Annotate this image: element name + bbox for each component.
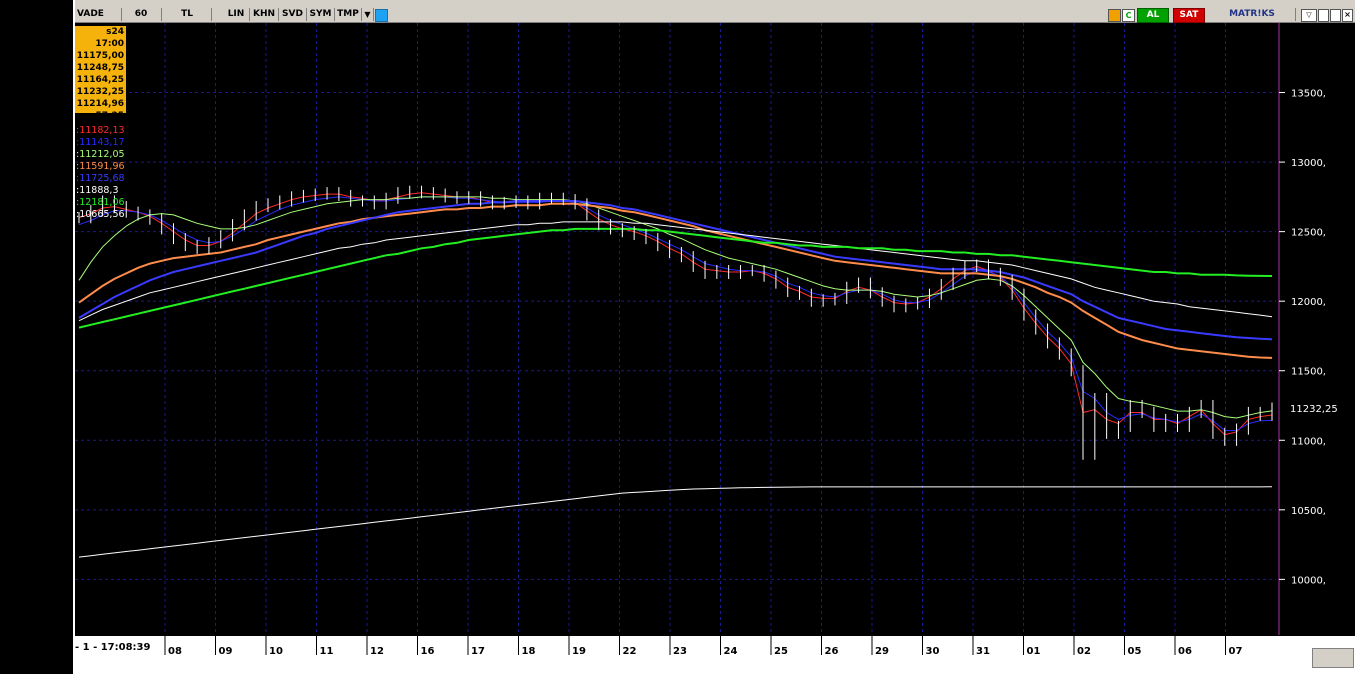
info-line-close: 11232,25 — [76, 87, 124, 97]
x-tick-label: 26 — [825, 646, 839, 657]
x-tick-label: 09 — [219, 646, 233, 657]
x-tick-label: 07 — [1229, 646, 1243, 657]
ma-label: :11725,68 — [76, 173, 125, 184]
refresh-icon[interactable]: C — [1122, 9, 1135, 22]
x-tick-label: 18 — [522, 646, 536, 657]
x-tick-label: 29 — [875, 646, 889, 657]
chevron-down-icon[interactable]: ▽ — [1301, 9, 1317, 22]
x-tick-label: 05 — [1128, 646, 1142, 657]
chart-toolbar: VADE 60 TL LIN KHN SVD SYM TMP ▼ C AL SA… — [75, 8, 1355, 23]
brand-logo: MATR!KS — [1209, 8, 1296, 21]
y-tick-label: 11000, — [1291, 436, 1326, 447]
x-tick-label: 02 — [1077, 646, 1091, 657]
twitter-icon[interactable] — [375, 9, 388, 22]
x-tick-label: 25 — [774, 646, 788, 657]
ohlc-info-box: s24 17:00 11175,00 11248,75 11164,25 112… — [75, 26, 126, 121]
x-axis: 08 09 10 11 12 16 17 18 19 22 23 24 25 26 29 30 31 01 02 05… — [75, 635, 1355, 657]
left-panel — [0, 0, 73, 674]
y-tick-label: 13000, — [1291, 158, 1326, 169]
ma-label: :11212,05 — [76, 149, 125, 160]
x-tick-label: 31 — [976, 646, 990, 657]
x-tick-label: 12 — [370, 646, 384, 657]
y-tick-label: 12000, — [1291, 297, 1326, 308]
ma-label: :11182,13 — [76, 125, 125, 136]
tb-svd-button[interactable]: SVD — [279, 8, 307, 21]
y-tick-label: 11500, — [1291, 367, 1326, 378]
y-tick-label: 12500, — [1291, 228, 1326, 239]
x-axis-line — [75, 635, 1355, 636]
x-tick-label: 17 — [471, 646, 485, 657]
y-tick-label: 13500, — [1291, 89, 1326, 100]
info-line-avg: 11214,96 — [76, 99, 124, 109]
x-tick-label: 10 — [269, 646, 283, 657]
restore-icon[interactable] — [1330, 9, 1341, 22]
x-tick-label: 01 — [1027, 646, 1041, 657]
chart-area[interactable]: 13500, 13000, 12500, 12000, 11500, 11000, 1050… — [75, 23, 1355, 635]
close-icon[interactable]: × — [1342, 9, 1353, 22]
ma-label: :12181,06 — [76, 197, 125, 208]
y-tick-label: 10000, — [1291, 575, 1326, 586]
x-tick-label: 08 — [168, 646, 182, 657]
tb-sym-button[interactable]: SYM — [307, 8, 335, 21]
ma-line-0 — [78, 192, 1273, 436]
x-tick-label: 16 — [421, 646, 435, 657]
tb-lin-button[interactable]: LIN — [223, 8, 250, 21]
info-line-low: 11164,25 — [76, 75, 124, 85]
ma-label: :10665,56 — [76, 209, 125, 220]
last-price-label: 11232,25 — [1290, 404, 1338, 415]
y-tick-label: 10500, — [1291, 506, 1326, 517]
x-axis-bar: 08 09 10 11 12 16 17 18 19 22 23 24 25 26 29 30 31 01 02 05… — [75, 635, 1355, 667]
ma-label: :11591,96 — [76, 161, 125, 172]
x-tick-label: 19 — [572, 646, 586, 657]
x-tick-label: 23 — [673, 646, 687, 657]
buy-button[interactable]: AL — [1137, 8, 1169, 23]
tb-period-button[interactable]: 60 — [121, 8, 162, 21]
x-tick-label: 30 — [926, 646, 940, 657]
ma-line-2 — [78, 196, 1273, 419]
sell-button[interactable]: SAT — [1173, 8, 1205, 23]
price-chart[interactable]: 13500, 13000, 12500, 12000, 11500, 11000, 1050… — [75, 23, 1355, 635]
lightning-icon[interactable] — [1108, 9, 1121, 22]
info-line-date: s24 17:00 — [95, 27, 124, 49]
tb-vade-button[interactable]: VADE — [75, 8, 122, 21]
ma-label: :11888,3 — [76, 185, 119, 196]
x-tick-label: 22 — [623, 646, 637, 657]
info-line-change: 57,25 — [95, 111, 124, 121]
tb-currency-button[interactable]: TL — [163, 8, 212, 21]
scroll-control[interactable] — [1312, 648, 1354, 668]
x-tick-label: 24 — [724, 646, 738, 657]
status-time: - 1 - 17:08:39 — [75, 641, 163, 655]
ma-label: :11143,17 — [76, 137, 125, 148]
ma-line-7 — [78, 486, 1273, 558]
tb-tmp-button[interactable]: TMP — [335, 8, 362, 21]
dropdown-arrow-icon[interactable]: ▼ — [362, 8, 374, 21]
moving-average-labels: :11182,13:11143,17:11212,05:11591,96:117… — [76, 125, 125, 221]
minimize-icon[interactable] — [1318, 9, 1329, 22]
window-top-strip — [75, 0, 1355, 8]
x-tick-label: 06 — [1178, 646, 1192, 657]
info-line-high: 11248,75 — [76, 63, 124, 73]
info-line-open: 11175,00 — [76, 51, 124, 61]
tb-khn-button[interactable]: KHN — [250, 8, 279, 21]
x-tick-label: 11 — [320, 646, 334, 657]
